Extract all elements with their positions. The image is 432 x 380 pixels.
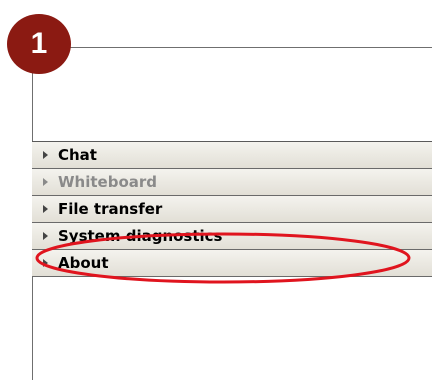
accordion-menu: Chat Whiteboard File transfer System dia…: [32, 141, 432, 277]
expand-arrow-icon: [43, 259, 48, 267]
accordion-item-whiteboard: Whiteboard: [32, 169, 432, 196]
expand-arrow-icon: [43, 232, 48, 240]
accordion-item-label: File transfer: [58, 200, 163, 218]
accordion-item-chat[interactable]: Chat: [32, 142, 432, 169]
accordion-item-label: Whiteboard: [58, 173, 158, 191]
accordion-item-label: Chat: [58, 146, 97, 164]
accordion-item-label: System diagnostics: [58, 227, 223, 245]
accordion-item-about[interactable]: About: [32, 250, 432, 277]
expand-arrow-icon: [43, 205, 48, 213]
accordion-item-label: About: [58, 254, 109, 272]
expand-arrow-icon: [43, 151, 48, 159]
expand-arrow-icon: [43, 178, 48, 186]
accordion-item-system-diagnostics[interactable]: System diagnostics: [32, 223, 432, 250]
step-number-badge: 1: [7, 14, 71, 74]
accordion-item-file-transfer[interactable]: File transfer: [32, 196, 432, 223]
